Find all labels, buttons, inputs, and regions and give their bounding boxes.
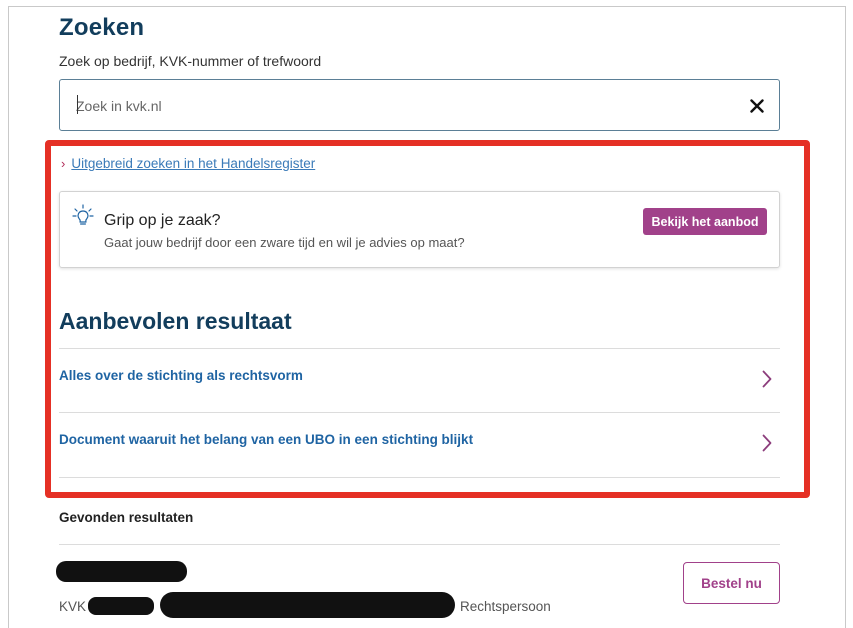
entity-type-label: Rechtspersoon [460,599,551,614]
recommended-title: Aanbevolen resultaat [59,308,292,334]
chevron-right-icon [762,434,772,452]
recommended-item[interactable]: Document waaruit het belang van een UBO … [59,412,780,476]
kvk-label: KVK [59,599,87,614]
order-now-button[interactable]: Bestel nu [683,562,780,604]
recommended-item[interactable]: Alles over de stichting als rechtsvorm [59,348,780,412]
text-cursor [77,95,78,114]
close-icon [750,99,764,113]
recommended-item-label: Alles over de stichting als rechtsvorm [59,368,303,383]
search-label: Zoek op bedrijf, KVK-nummer of trefwoord [59,53,322,69]
advanced-search-link[interactable]: › Uitgebreid zoeken in het Handelsregist… [61,156,315,171]
redacted-kvk-number [88,597,154,615]
promo-card: Grip op je zaak? Gaat jouw bedrijf door … [59,191,780,268]
clear-search-button[interactable] [745,94,769,118]
chevron-right-icon: › [61,156,66,171]
lightbulb-icon [72,204,94,225]
divider [59,544,780,545]
view-offer-button[interactable]: Bekijk het aanbod [643,208,767,235]
found-results-title: Gevonden resultaten [59,510,194,525]
recommended-item-label: Document waaruit het belang van een UBO … [59,432,474,447]
promo-title: Grip op je zaak? [104,212,221,229]
divider [59,477,780,478]
promo-subtitle: Gaat jouw bedrijf door een zware tijd en… [104,235,465,250]
search-input[interactable] [76,94,676,118]
chevron-right-icon [762,370,772,388]
redacted-address [160,592,455,618]
search-box [59,79,780,131]
redacted-company-name [56,561,187,582]
page-title: Zoeken [59,14,145,41]
advanced-search-label: Uitgebreid zoeken in het Handelsregister [71,156,316,171]
